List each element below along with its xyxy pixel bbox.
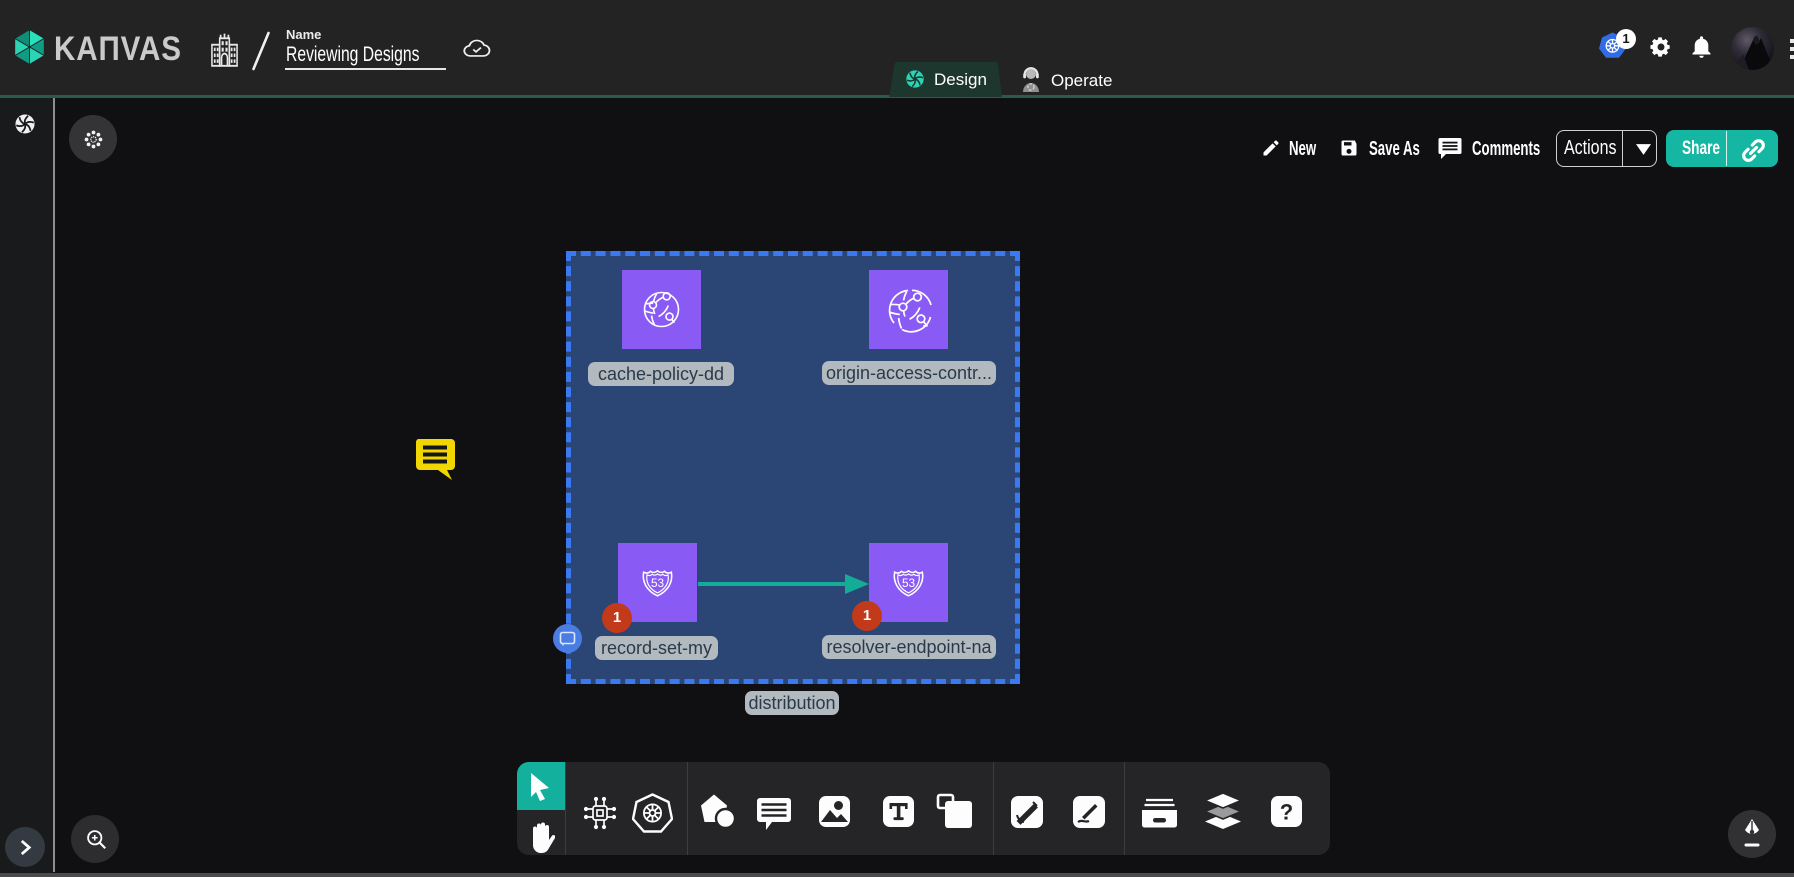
svg-text:?: ? <box>1280 800 1293 825</box>
svg-text:53: 53 <box>651 576 665 590</box>
svg-text:53: 53 <box>902 576 916 590</box>
